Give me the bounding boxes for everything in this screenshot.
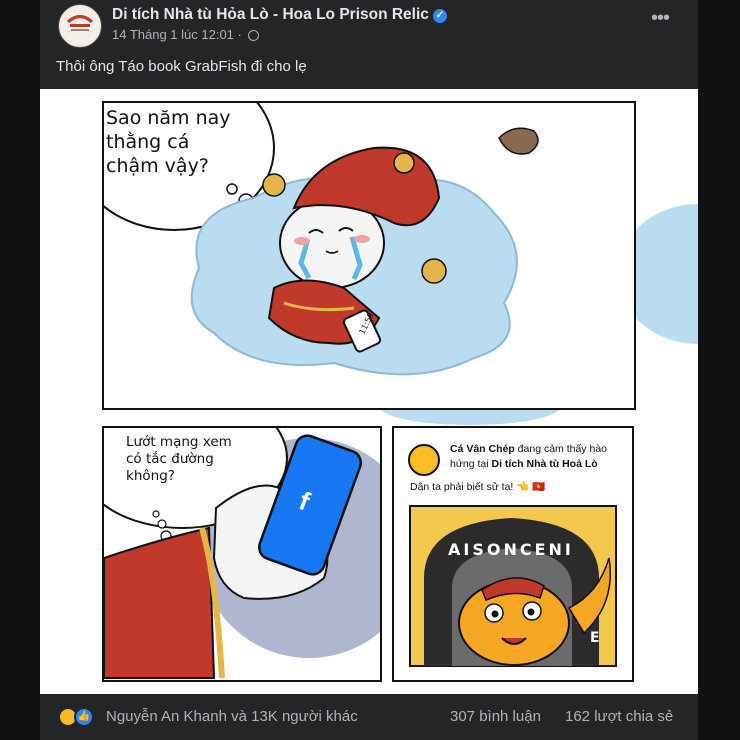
prison-gate-sign-letter: E [590,630,600,646]
prison-gate-sign: AISONCENI [448,540,574,559]
reaction-icons[interactable]: 👍 [58,707,102,727]
post-meta: 14 Tháng 1 lúc 12:01 · [112,27,260,42]
more-options-button[interactable]: ••• [648,8,672,32]
page-name-text[interactable]: Di tích Nhà tù Hỏa Lò - Hoa Lo Prison Re… [112,6,429,23]
verified-badge-icon: ✓ [432,9,447,23]
post-footer: 👍 Nguyễn An Khanh và 13K người khác 307 … [40,694,698,740]
panel1-speech-bubble: Sao năm nay thằng cá chậm vậy? [106,107,231,177]
globe-icon[interactable] [248,30,260,41]
comments-count[interactable]: 307 bình luận [450,708,541,725]
reactions-summary[interactable]: Nguyễn An Khanh và 13K người khác [106,708,358,725]
prison-logo-icon [61,7,99,45]
more-horizontal-icon: ••• [650,7,670,29]
page-avatar[interactable] [58,4,102,48]
page-name-link[interactable]: Di tích Nhà tù Hỏa Lò - Hoa Lo Prison Re… [112,6,447,24]
post-timestamp[interactable]: 14 Tháng 1 lúc 12:01 · [112,27,242,42]
shares-count[interactable]: 162 lượt chia sẻ [565,708,673,725]
comic-panel-1: Sao năm nay thằng cá chậm vậy? 11:59 [102,101,636,410]
like-icon: 👍 [74,707,94,727]
comic-panel-2: f Lướt mạng xem có tắc đường không? [102,426,382,682]
post-caption: Thôi ông Táo book GrabFish đi cho lẹ [56,58,307,75]
right-backdrop [698,0,740,740]
post-image[interactable]: Sao năm nay thằng cá chậm vậy? 11:59 f L… [40,89,698,694]
panel2-speech-bubble: Lướt mạng xem có tắc đường không? [126,434,232,484]
comic-panel-3: Cá Vân Chép đang cảm thấy hào hứng tại D… [392,426,634,682]
left-backdrop [0,0,40,740]
